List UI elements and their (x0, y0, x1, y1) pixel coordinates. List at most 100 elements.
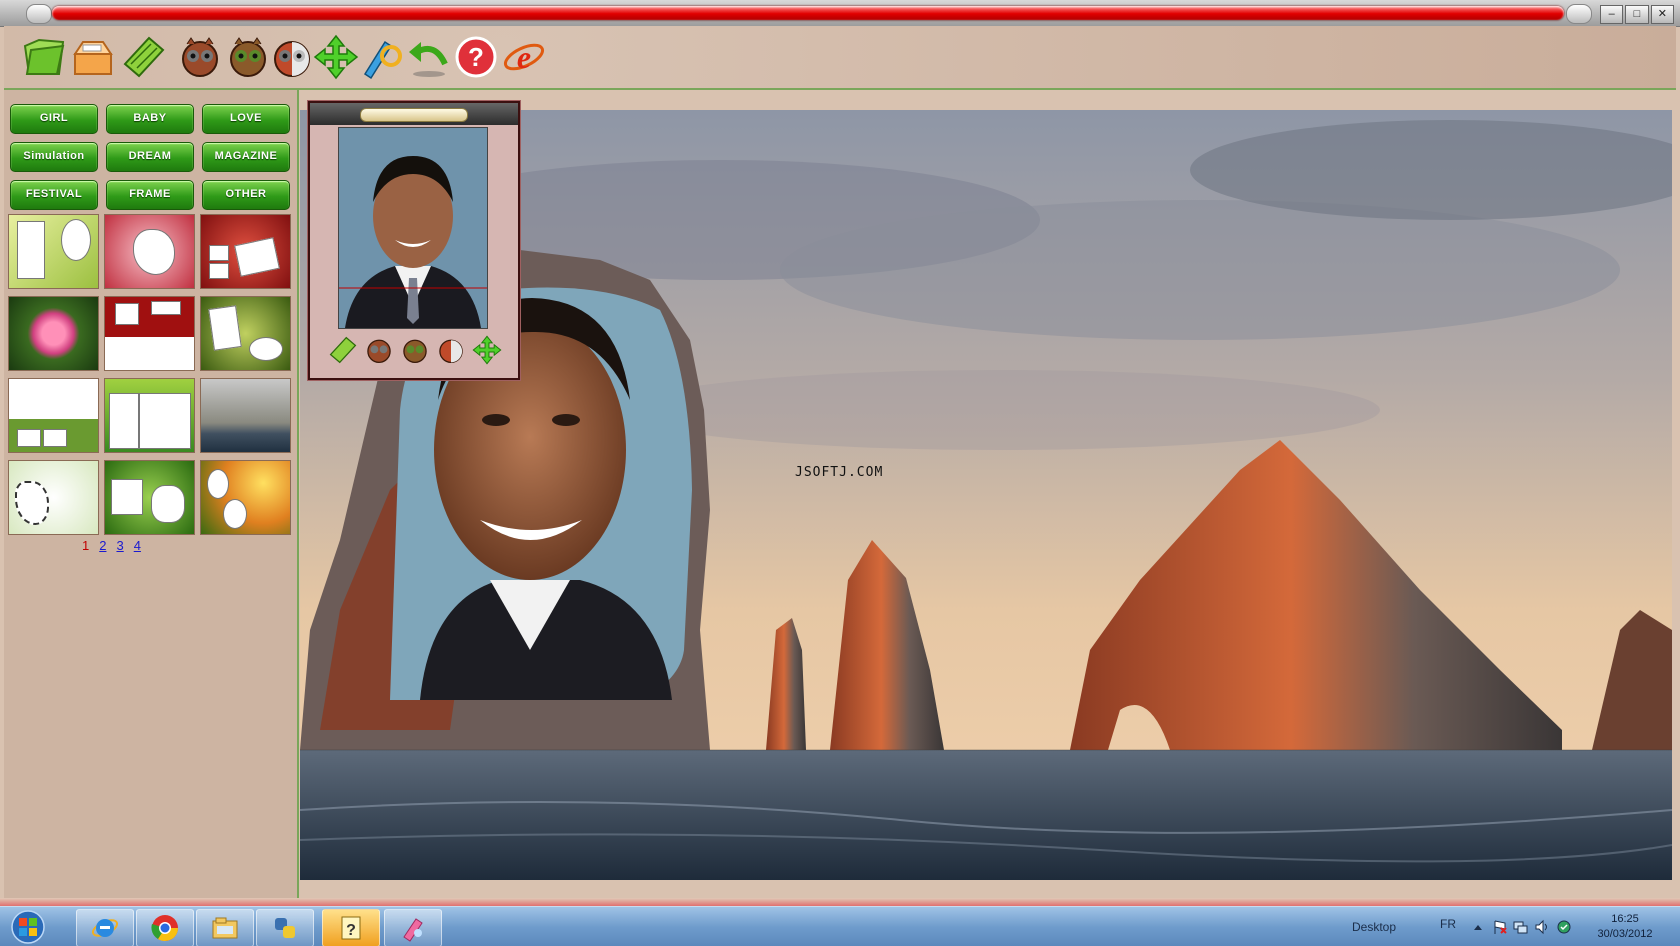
owl-brown-button[interactable] (224, 33, 272, 81)
photo-preview-panel[interactable] (308, 101, 520, 380)
pink-brush-icon (403, 918, 423, 942)
window-controls: ‒ □ ✕ (1600, 5, 1674, 24)
taskbar-explorer-button[interactable] (196, 909, 254, 946)
network-icon[interactable] (1512, 919, 1528, 935)
internet-explorer-icon: e (503, 39, 545, 75)
brush-button[interactable] (356, 33, 404, 81)
open-folder-icon (23, 38, 65, 75)
preview-drag-handle[interactable] (360, 108, 468, 122)
internet-explorer-button[interactable]: e (500, 33, 548, 81)
folder-icon (212, 917, 238, 939)
page-link-4[interactable]: 4 (134, 538, 141, 553)
left-panel: GIRL BABY LOVE Simulation DREAM MAGAZINE… (4, 90, 299, 898)
owl-gray-icon (367, 339, 391, 363)
green-leaf-icon (123, 36, 165, 78)
category-baby-button[interactable]: BABY (106, 104, 194, 134)
owl-gray-icon (182, 37, 218, 77)
taskbar-chrome-button[interactable] (136, 909, 194, 946)
language-indicator[interactable]: FR (1440, 917, 1456, 931)
frame-thumbnail[interactable] (104, 296, 195, 371)
volume-icon[interactable] (1534, 919, 1550, 935)
preview-owl-gray-button[interactable] (364, 335, 394, 370)
owl-gray-button[interactable] (176, 33, 224, 81)
chrome-icon (151, 915, 179, 942)
preview-owl-brown-button[interactable] (400, 335, 430, 370)
windows-logo-icon (11, 910, 45, 944)
category-festival-button[interactable]: FESTIVAL (10, 180, 98, 210)
show-hidden-icons-icon[interactable] (1470, 919, 1486, 935)
frame-thumbnail[interactable] (8, 378, 99, 453)
category-magazine-button[interactable]: MAGAZINE (202, 142, 290, 172)
title-left-cap (26, 4, 52, 24)
frame-thumbnail[interactable] (200, 378, 291, 453)
frame-thumbnail[interactable] (8, 460, 99, 535)
maximize-button[interactable]: □ (1625, 5, 1649, 24)
category-love-button[interactable]: LOVE (202, 104, 290, 134)
preview-header[interactable] (310, 103, 518, 125)
category-frame-button[interactable]: FRAME (106, 180, 194, 210)
page-link-3[interactable]: 3 (116, 538, 123, 553)
preview-owl-half-button[interactable] (436, 335, 466, 370)
frame-thumbnail[interactable] (104, 214, 195, 289)
category-simulation-button[interactable]: Simulation (10, 142, 98, 172)
taskbar: ? Desktop FR 16:25 30/03/2012 (0, 906, 1680, 946)
green-leaf-icon (329, 336, 357, 363)
canvas-watermark: JSOFTJ.COM (795, 465, 884, 480)
start-button[interactable] (6, 909, 50, 945)
help-button[interactable]: ? (452, 33, 500, 81)
system-tray: Desktop FR 16:25 30/03/2012 (1340, 907, 1680, 946)
frame-thumbnail[interactable] (8, 214, 99, 289)
frame-thumbnail[interactable] (200, 460, 291, 535)
minimize-button[interactable]: ‒ (1600, 5, 1624, 24)
title-bar[interactable]: ‒ □ ✕ (0, 0, 1680, 27)
page-link-1[interactable]: 1 (82, 538, 89, 553)
move-button[interactable] (312, 33, 360, 81)
undo-arrow-icon (409, 42, 448, 77)
help-icon: ? (455, 36, 497, 78)
move-arrows-icon (472, 335, 502, 364)
frame-thumbnail[interactable] (8, 296, 99, 371)
ie-glyph: e (517, 39, 531, 75)
frame-thumbnail[interactable] (104, 378, 195, 453)
security-shield-icon[interactable] (1556, 919, 1572, 935)
category-dream-button[interactable]: DREAM (106, 142, 194, 172)
taskbar-photo-app-button[interactable] (384, 909, 442, 946)
open-box-icon (73, 41, 113, 75)
taskbar-help-app-button[interactable]: ? (322, 909, 380, 946)
python-icon (275, 918, 295, 938)
preview-leaf-button[interactable] (328, 335, 358, 370)
app-window: ‒ □ ✕ ? e GIRL BABY LOVE Simulation DREA… (0, 0, 1680, 946)
frame-thumbnail[interactable] (200, 214, 291, 289)
main-toolbar: ? e (4, 26, 1676, 90)
action-center-flag-icon[interactable] (1492, 919, 1508, 935)
close-button[interactable]: ✕ (1650, 5, 1674, 24)
category-girl-button[interactable]: GIRL (10, 104, 98, 134)
portrait-image (339, 128, 487, 328)
move-arrows-icon (313, 34, 359, 80)
frame-thumbnail[interactable] (104, 460, 195, 535)
taskbar-ie-button[interactable] (76, 909, 134, 946)
page-link-2[interactable]: 2 (99, 538, 106, 553)
desktop-toolbar-label[interactable]: Desktop (1352, 920, 1396, 934)
thumbnail-pager: 1 2 3 4 (82, 538, 141, 553)
leaf-button[interactable] (120, 33, 168, 81)
clock-time: 16:25 (1611, 913, 1639, 925)
owl-half-button[interactable] (268, 33, 316, 81)
title-right-cap (1566, 4, 1592, 24)
preview-move-button[interactable] (472, 335, 502, 370)
preview-toolbar (328, 335, 508, 369)
internet-explorer-icon (91, 919, 119, 937)
taskbar-clock[interactable]: 16:25 30/03/2012 (1580, 912, 1670, 942)
help-document-icon: ? (341, 916, 361, 940)
open-box-button[interactable] (68, 33, 116, 81)
owl-brown-icon (230, 37, 266, 77)
window-bottom-border (0, 898, 1680, 906)
taskbar-python-button[interactable] (256, 909, 314, 946)
category-other-button[interactable]: OTHER (202, 180, 290, 210)
undo-button[interactable] (404, 33, 452, 81)
frame-thumbnail[interactable] (200, 296, 291, 371)
source-portrait-photo[interactable] (338, 127, 488, 329)
svg-text:?: ? (346, 922, 356, 939)
owl-half-icon (274, 41, 310, 77)
open-folder-button[interactable] (20, 33, 68, 81)
